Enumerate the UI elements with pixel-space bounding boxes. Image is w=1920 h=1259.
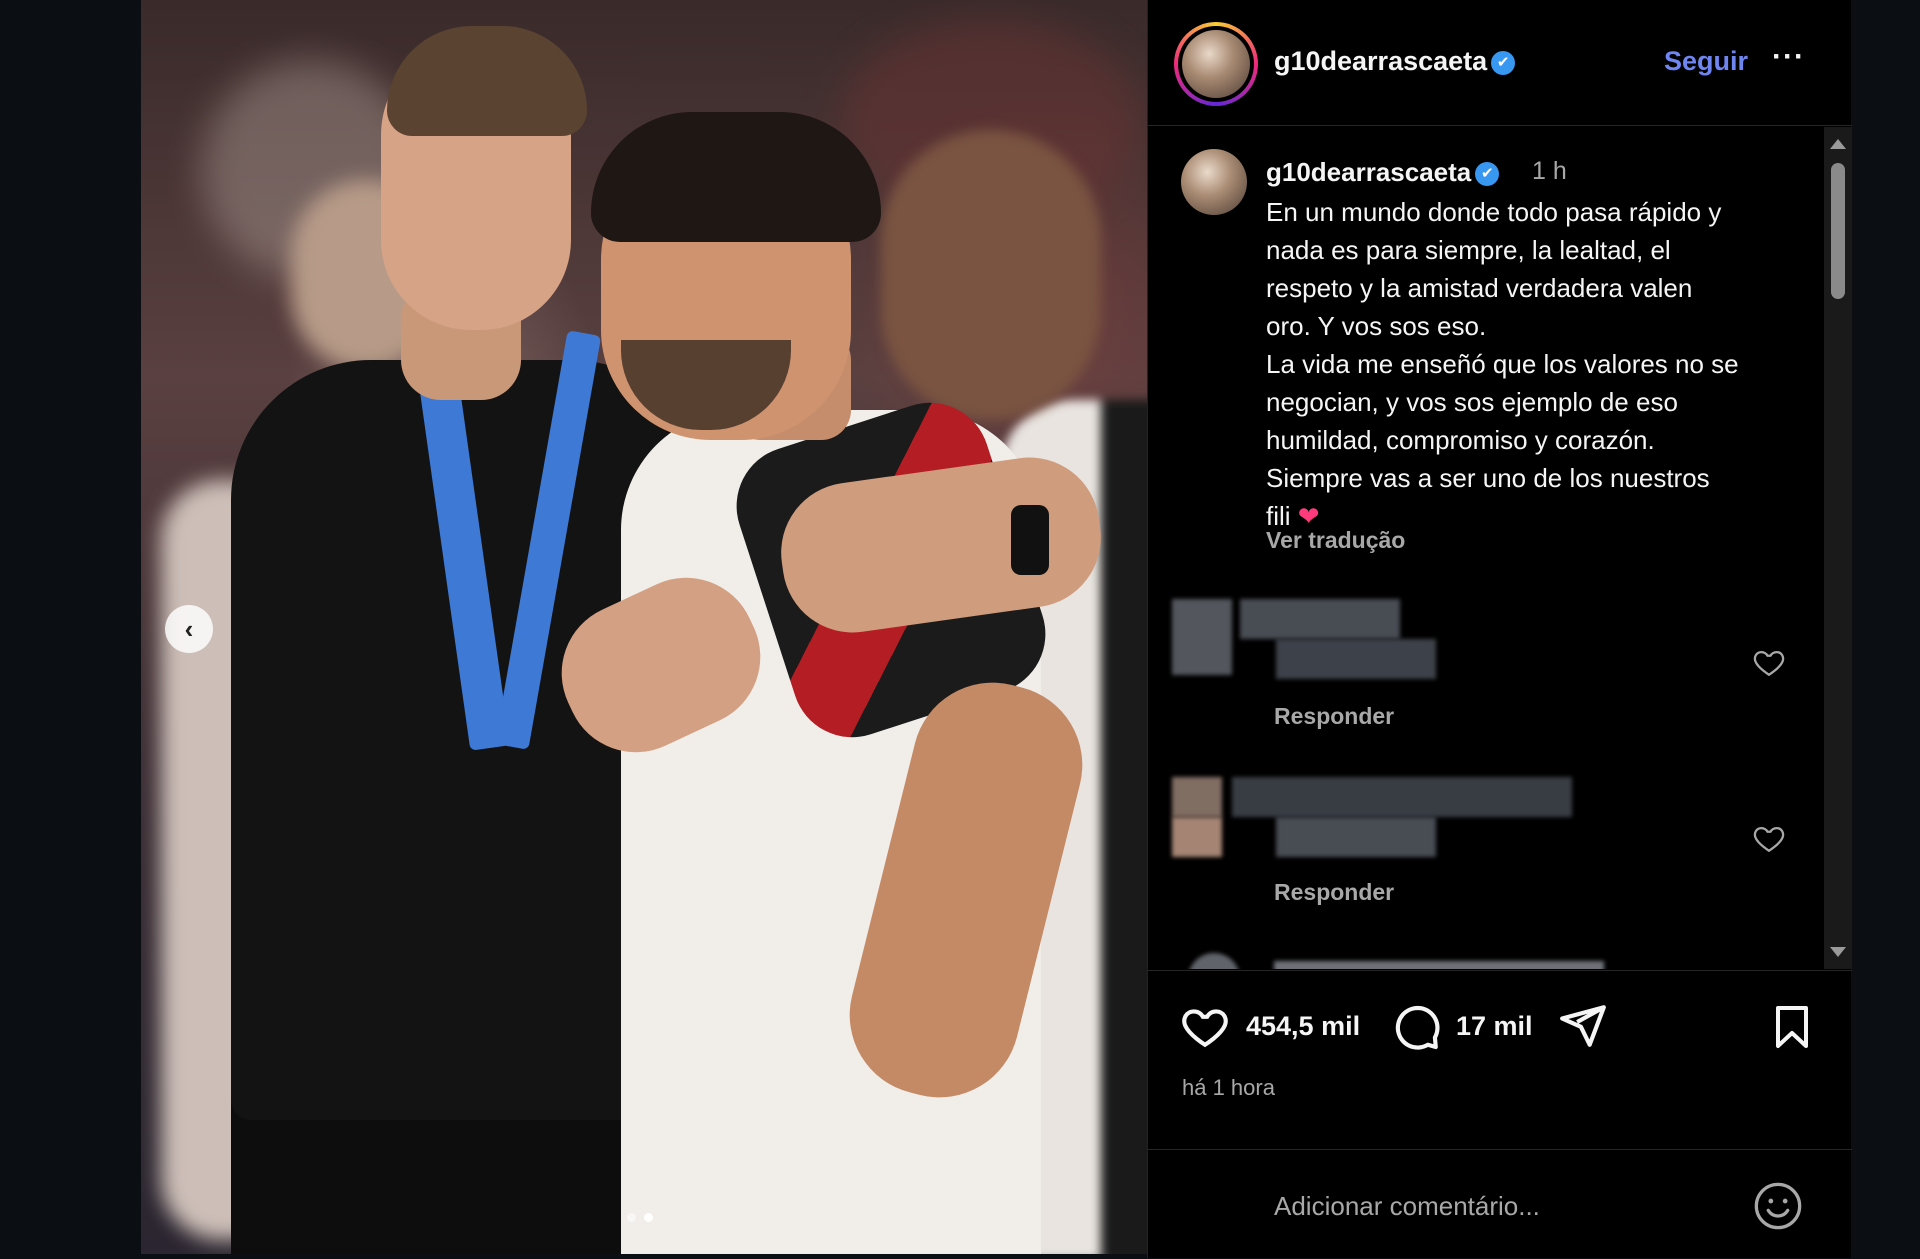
scroll-thumb[interactable] [1831,163,1845,299]
heart-icon[interactable] [1752,645,1786,679]
blurred-text [1232,777,1572,817]
man-in-black [387,26,587,136]
chevron-left-icon: ‹ [184,614,194,644]
follow-button[interactable]: Seguir [1664,46,1748,77]
reply-button[interactable]: Responder [1274,879,1394,906]
caption-body: En un mundo donde todo pasa rápido y nad… [1266,197,1739,531]
next-comment-cut-off [1274,961,1604,969]
author-username-text: g10dearrascaeta [1274,46,1488,76]
blurred-avatar [1172,599,1232,675]
post-side-panel: g10dearrascaeta ✔ Seguir ··· g10dearrasca… [1147,0,1852,1258]
scroll-up-icon[interactable] [1830,139,1846,149]
instagram-post-view: ‹ g10dearrascaeta ✔ Seguir ··· g10dearras… [0,0,1920,1258]
background-player [881,130,1101,420]
blurred-avatar [1172,817,1222,857]
verified-icon: ✔ [1491,50,1516,75]
author-avatar[interactable] [1174,22,1258,106]
comment-composer [1148,1149,1852,1259]
blurred-text [1276,817,1436,857]
caption-username[interactable]: g10dearrascaeta ✔ [1266,157,1500,188]
blurred-avatar [1172,777,1222,817]
scroll-down-icon[interactable] [1830,947,1846,957]
heart-icon[interactable] [1752,821,1786,855]
comment-icon[interactable] [1392,1001,1442,1051]
author-username[interactable]: g10dearrascaeta ✔ [1274,46,1516,77]
emoji-icon[interactable] [1752,1180,1804,1232]
comments-list[interactable]: g10dearrascaeta ✔ 1 h En un mundo donde t… [1148,127,1824,969]
comments-count[interactable]: 17 mil [1456,1011,1533,1042]
player-in-jersey [591,112,881,242]
next-comment-avatar [1188,953,1240,969]
reply-button[interactable]: Responder [1274,703,1394,730]
carousel-dot-active[interactable] [644,1213,653,1222]
post-age: há 1 hora [1182,1075,1275,1100]
heart-icon[interactable] [1180,1001,1230,1051]
carousel-dots [627,1213,653,1222]
verified-icon: ✔ [1475,162,1500,187]
blurred-text [1276,639,1436,679]
see-translation-link[interactable]: Ver tradução [1266,527,1405,554]
add-comment-input[interactable] [1274,1184,1714,1228]
comments-scrollbar[interactable] [1824,127,1852,969]
previous-slide-button[interactable]: ‹ [165,605,213,653]
likes-count[interactable]: 454,5 mil [1246,1011,1360,1042]
post-header: g10dearrascaeta ✔ Seguir ··· [1148,0,1852,126]
caption-timestamp: 1 h [1532,157,1567,185]
blurred-text [1240,599,1400,639]
caption-avatar[interactable] [1181,149,1247,215]
carousel-dot[interactable] [627,1213,636,1222]
post-actions: 454,5 mil 17 mil há 1 hora [1148,970,1852,1258]
caption-username-text: g10dearrascaeta [1266,157,1472,187]
post-photo[interactable] [141,0,1147,1254]
caption-text: En un mundo donde todo pasa rápido y nad… [1266,193,1796,535]
share-icon[interactable] [1558,1001,1608,1051]
wrist-watch [1011,505,1049,575]
bookmark-icon[interactable] [1768,1001,1816,1051]
more-icon[interactable]: ··· [1772,40,1805,74]
